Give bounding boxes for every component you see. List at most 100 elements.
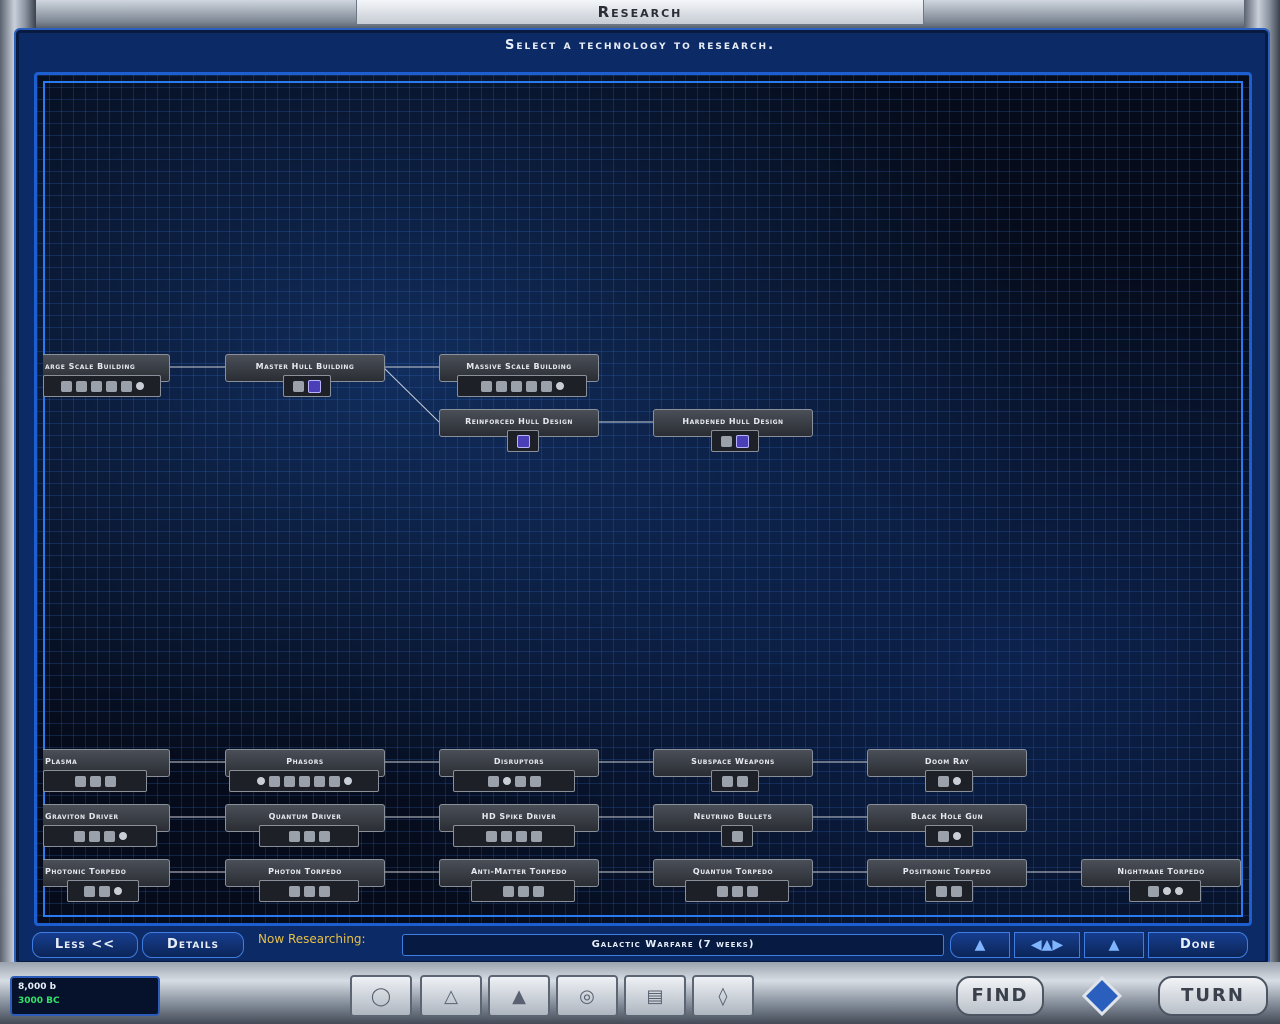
ship-part-icon bbox=[288, 885, 300, 897]
credits-value: 8,000 b bbox=[18, 982, 57, 992]
tech-icons bbox=[457, 375, 587, 397]
tech-icons bbox=[925, 770, 973, 792]
tech-icons bbox=[229, 770, 379, 792]
ship-part-icon bbox=[90, 380, 102, 392]
next-tech-button[interactable]: ▲ bbox=[1084, 932, 1144, 958]
ship-part-icon bbox=[84, 885, 95, 897]
ship-part-icon bbox=[1147, 885, 1159, 897]
bc-value: 3000 BC bbox=[18, 996, 60, 1006]
prev-tech-button[interactable]: ▲ bbox=[950, 932, 1010, 958]
ship-part-icon bbox=[737, 775, 748, 787]
ship-part-icon bbox=[293, 380, 304, 392]
ship-part-icon bbox=[105, 380, 117, 392]
ship-part-icon bbox=[303, 885, 315, 897]
ship-part-icon bbox=[283, 775, 295, 787]
tech-icons bbox=[453, 825, 575, 847]
ship-part-icon bbox=[73, 830, 85, 842]
ship-part-icon bbox=[514, 775, 526, 787]
tech-icons bbox=[711, 430, 759, 452]
ship-part-icon bbox=[104, 775, 116, 787]
ship-part-icon bbox=[103, 830, 115, 842]
ship-part-icon bbox=[517, 885, 529, 897]
ship-part-icon bbox=[936, 885, 947, 897]
gear-icon bbox=[114, 887, 122, 895]
gear-icon bbox=[1162, 887, 1171, 895]
find-button[interactable]: FIND bbox=[956, 976, 1044, 1016]
tech-icons bbox=[259, 825, 359, 847]
turn-button[interactable]: TURN bbox=[1158, 976, 1268, 1016]
ship-part-icon bbox=[288, 830, 300, 842]
ship-part-icon bbox=[722, 775, 733, 787]
less-button[interactable]: Less << bbox=[32, 932, 138, 958]
more-icon bbox=[118, 832, 127, 840]
done-button[interactable]: Done bbox=[1148, 932, 1248, 958]
gear-icon bbox=[952, 777, 961, 785]
ship-part-icon bbox=[731, 885, 743, 897]
current-research-field: Galactic Warfare (7 weeks) bbox=[402, 934, 944, 956]
ship-part-icon bbox=[731, 830, 743, 842]
ship-part-icon bbox=[318, 885, 330, 897]
graphs-button[interactable]: ▤ bbox=[624, 975, 686, 1017]
ship-part-icon bbox=[318, 830, 330, 842]
ship-part-icon bbox=[495, 380, 507, 392]
ship-part-icon bbox=[268, 775, 280, 787]
ship-part-icon bbox=[501, 830, 512, 842]
more-icon bbox=[343, 777, 352, 785]
tech-icons bbox=[283, 375, 331, 397]
ship-part-icon bbox=[510, 380, 522, 392]
ship-part-icon bbox=[531, 830, 542, 842]
ship-part-icon bbox=[951, 885, 962, 897]
tech-links bbox=[167, 366, 1081, 873]
tech-icons bbox=[507, 430, 539, 452]
cycle-tech-button[interactable]: ◀▲▶ bbox=[1014, 932, 1080, 958]
tech-icons bbox=[43, 375, 161, 397]
shield-icon bbox=[516, 434, 530, 448]
ship-part-icon bbox=[303, 830, 315, 842]
ship-part-icon bbox=[328, 775, 340, 787]
research-button[interactable]: △ bbox=[420, 975, 482, 1017]
gear-icon bbox=[135, 382, 144, 390]
foreign-policy-button[interactable]: ◊ bbox=[692, 975, 754, 1017]
ship-part-icon bbox=[529, 775, 541, 787]
details-button[interactable]: Details bbox=[142, 932, 244, 958]
ship-part-icon bbox=[746, 885, 758, 897]
tech-icons bbox=[711, 770, 759, 792]
ship-part-icon bbox=[480, 380, 492, 392]
ship-part-icon bbox=[516, 830, 527, 842]
tech-icons bbox=[43, 825, 157, 847]
ship-part-icon bbox=[88, 830, 100, 842]
shield-icon bbox=[308, 379, 321, 393]
ship-part-icon bbox=[937, 830, 949, 842]
ship-part-icon bbox=[716, 885, 728, 897]
tech-icons bbox=[925, 880, 973, 902]
gear-icon bbox=[1174, 887, 1183, 895]
ship-design-button[interactable]: ▲ bbox=[488, 975, 550, 1017]
page-subtitle: Select a technology to research. bbox=[504, 38, 776, 53]
ship-part-icon bbox=[721, 435, 732, 447]
civilization-button[interactable]: ◎ bbox=[556, 975, 618, 1017]
planets-button[interactable]: ◯ bbox=[350, 975, 412, 1017]
center-diamond-icon[interactable] bbox=[1082, 976, 1122, 1016]
ship-part-icon bbox=[298, 775, 310, 787]
ship-part-icon bbox=[75, 380, 87, 392]
more-icon bbox=[256, 777, 265, 785]
gear-icon bbox=[555, 382, 564, 390]
tech-icons bbox=[1129, 880, 1201, 902]
tech-icons bbox=[471, 880, 575, 902]
tech-icons bbox=[685, 880, 789, 902]
tech-icons bbox=[925, 825, 973, 847]
tech-icons bbox=[67, 880, 139, 902]
tech-icons bbox=[259, 880, 359, 902]
gear-icon bbox=[952, 832, 961, 840]
ship-part-icon bbox=[937, 775, 949, 787]
gear-icon bbox=[502, 777, 511, 785]
ship-part-icon bbox=[313, 775, 325, 787]
ship-part-icon bbox=[89, 775, 101, 787]
window-title: Research bbox=[356, 0, 924, 25]
ship-part-icon bbox=[487, 775, 499, 787]
tech-tree-area: arge Scale Building Master Hull Building… bbox=[34, 72, 1252, 926]
ship-part-icon bbox=[525, 380, 537, 392]
ship-part-icon bbox=[120, 380, 132, 392]
research-bottom-bar: Less << Details Now Researching: Galacti… bbox=[30, 932, 1250, 958]
now-researching-label: Now Researching: bbox=[258, 932, 366, 946]
